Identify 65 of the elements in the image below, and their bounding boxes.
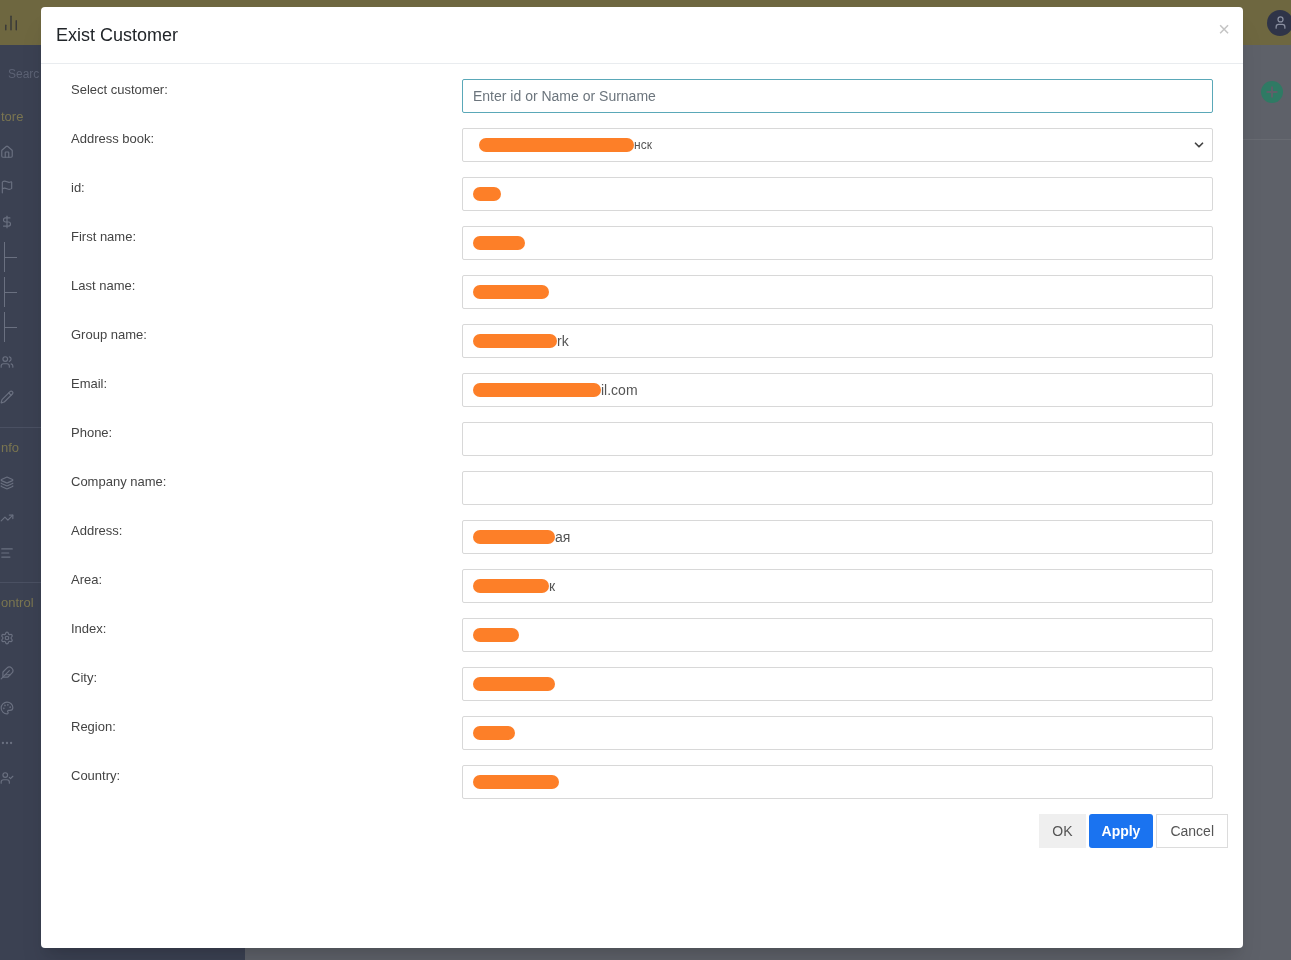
flag-icon: [0, 180, 14, 194]
input-field[interactable]: [462, 422, 1213, 456]
field-value: il.com: [601, 380, 638, 400]
input-text[interactable]: Enter id or Name or Surname: [473, 85, 1212, 107]
field-label: City:: [71, 669, 98, 687]
field-label: Select customer:: [71, 81, 169, 99]
field-label: Last name:: [71, 277, 137, 295]
sidebar-section-title: nfo: [1, 438, 21, 457]
input-field[interactable]: [462, 226, 1213, 260]
plus-icon: [1264, 84, 1280, 100]
user-icon: [1272, 15, 1288, 30]
field-value: ая: [555, 527, 571, 547]
tree-line-icon: [4, 242, 18, 272]
redaction-mark: [473, 628, 519, 642]
tree-line-icon: [4, 312, 18, 342]
dollar-icon: [0, 215, 14, 229]
users-icon: [0, 355, 14, 369]
chart-icon: [2, 13, 20, 32]
field-value: rk: [557, 331, 569, 351]
field-label: Region:: [71, 718, 117, 736]
list-icon: [0, 545, 14, 560]
tree-line-icon: [4, 277, 18, 307]
input-field[interactable]: к: [462, 569, 1213, 603]
redaction-mark: [473, 236, 525, 250]
input-field[interactable]: ая: [462, 520, 1213, 554]
field-label: Address book:: [71, 130, 156, 148]
address-book-select[interactable]: нск: [462, 128, 1213, 162]
dialog-title: Exist Customer: [56, 23, 179, 47]
redaction-mark: [473, 187, 501, 201]
input-field[interactable]: [462, 667, 1213, 701]
dialog-button[interactable]: Apply: [1088, 814, 1154, 848]
field-value: к: [549, 576, 556, 596]
input-field[interactable]: [462, 716, 1213, 750]
field-label: Company name:: [71, 473, 168, 491]
dialog-button[interactable]: OK: [1039, 814, 1086, 848]
redaction-mark: [473, 726, 515, 740]
avatar[interactable]: [1267, 9, 1291, 36]
pencil-icon: [0, 390, 14, 404]
field-label: Area:: [71, 571, 104, 589]
feather-icon: [0, 666, 14, 680]
input-field[interactable]: [462, 275, 1213, 309]
palette-icon: [0, 701, 14, 715]
input-field[interactable]: [462, 618, 1213, 652]
layers-icon: [0, 475, 14, 490]
field-label: Index:: [71, 620, 108, 638]
field-label: id:: [71, 179, 86, 197]
field-label: Group name:: [71, 326, 148, 344]
field-label: Phone:: [71, 424, 114, 442]
field-label: Country:: [71, 767, 122, 785]
sidebar-section-title: tore: [1, 108, 25, 126]
house-icon: [0, 145, 14, 159]
select-value: нск: [634, 137, 652, 154]
input-field[interactable]: rk: [462, 324, 1213, 358]
field-label: First name:: [71, 228, 137, 246]
input-field[interactable]: [462, 765, 1213, 799]
input-field[interactable]: Enter id or Name or Surname: [462, 79, 1213, 113]
field-label: Email:: [71, 375, 109, 393]
input-field[interactable]: [462, 471, 1213, 505]
input-field[interactable]: il.com: [462, 373, 1213, 407]
person-icon: [0, 771, 14, 785]
dialog-button[interactable]: Cancel: [1156, 814, 1228, 848]
sidebar-section-title: ontrol: [1, 594, 35, 612]
input-field[interactable]: [462, 177, 1213, 211]
field-label: Address:: [71, 522, 124, 540]
settings-icon: [0, 631, 14, 645]
